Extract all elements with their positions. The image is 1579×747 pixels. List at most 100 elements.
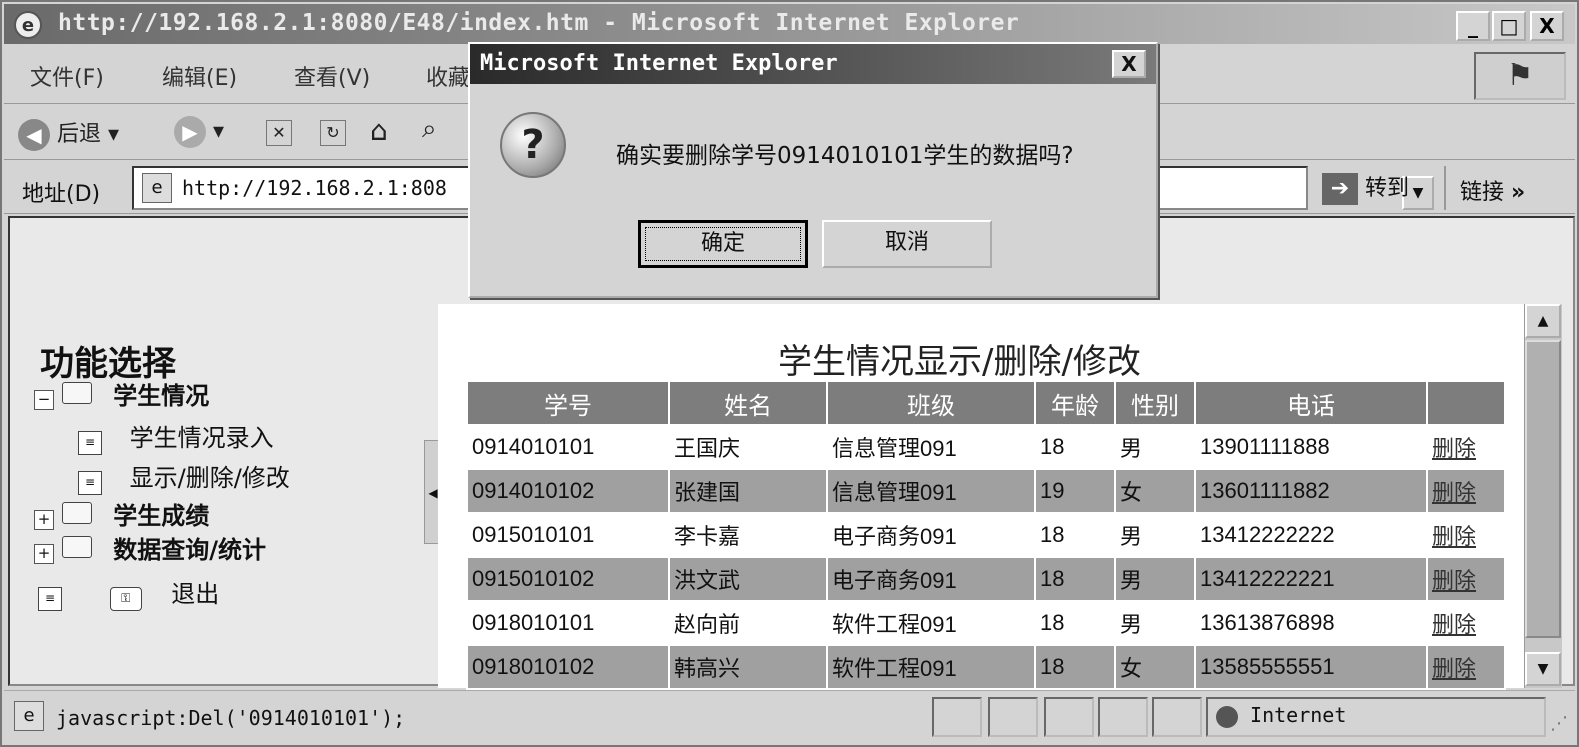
cell-gender: 女 <box>1114 468 1196 514</box>
delete-link[interactable]: 删除 <box>1432 524 1476 549</box>
key-icon: ⚿ <box>109 587 142 611</box>
forward-button[interactable]: ▶ ▾ <box>174 116 224 148</box>
status-panel <box>932 697 982 737</box>
menu-edit[interactable]: 编辑(E) <box>162 60 237 92</box>
links-label: 链接 <box>1460 180 1505 205</box>
dialog-title: Microsoft Internet Explorer <box>480 51 838 76</box>
delete-link[interactable]: 删除 <box>1432 568 1476 593</box>
column-header <box>1426 380 1506 426</box>
cell-age: 19 <box>1034 468 1116 514</box>
stop-icon[interactable]: ✕ <box>266 120 292 146</box>
cell-phone: 13412222221 <box>1194 556 1428 602</box>
cell-action: 删除 <box>1426 644 1506 690</box>
go-arrow-icon: ➔ <box>1322 173 1358 205</box>
cell-phone: 13601111882 <box>1194 468 1428 514</box>
cell-class: 软件工程091 <box>826 644 1036 690</box>
delete-link[interactable]: 删除 <box>1432 612 1476 637</box>
delete-link[interactable]: 删除 <box>1432 436 1476 461</box>
sidebar-item-label: 退出 <box>171 580 220 608</box>
go-button[interactable]: ➔ 转到 <box>1322 170 1409 205</box>
address-label: 地址(D) <box>22 182 101 207</box>
question-icon: ? <box>500 112 566 178</box>
cancel-button[interactable]: 取消 <box>822 220 992 268</box>
page-title: 学生情况显示/删除/修改 <box>778 342 1141 382</box>
cell-class: 软件工程091 <box>826 600 1036 646</box>
ie-logo-icon: e <box>14 11 42 39</box>
status-panel <box>1152 697 1202 737</box>
cell-action: 删除 <box>1426 468 1506 514</box>
expand-icon[interactable]: + <box>34 544 54 564</box>
cell-action: 删除 <box>1426 424 1506 470</box>
zone-label: Internet <box>1250 703 1347 727</box>
cell-class: 信息管理091 <box>826 424 1036 470</box>
sidebar-item-label: 显示/删除/修改 <box>129 464 290 492</box>
cell-action: 删除 <box>1426 600 1506 646</box>
cell-name: 韩高兴 <box>668 644 828 690</box>
minimize-button[interactable]: _ <box>1456 11 1490 41</box>
maximize-button[interactable]: □ <box>1492 11 1526 41</box>
search-icon[interactable]: ⌕ <box>422 114 437 145</box>
cell-name: 赵向前 <box>668 600 828 646</box>
student-table: 学号 姓名 班级 年龄 性别 电话 0914010101 王国庆 信息管理091 18… <box>466 380 1506 690</box>
cell-id: 0914010102 <box>466 468 670 514</box>
column-header: 性别 <box>1114 380 1196 426</box>
table-row: 0918010102 韩高兴 软件工程091 18 女 13585555551 删除 <box>466 644 1506 690</box>
scroll-down-icon[interactable]: ▼ <box>1525 652 1561 686</box>
forward-dropdown-icon: ▾ <box>213 119 225 144</box>
cell-name: 王国庆 <box>668 424 828 470</box>
home-icon[interactable]: ⌂ <box>370 114 388 147</box>
close-button[interactable]: X <box>1530 11 1564 41</box>
cell-id: 0918010102 <box>466 644 670 690</box>
sidebar-item-exit[interactable]: ≡ ⚿ 退出 <box>38 574 219 611</box>
dialog-title-bar: Microsoft Internet Explorer X <box>470 44 1156 84</box>
status-panel <box>1098 697 1148 737</box>
globe-icon <box>1216 705 1238 728</box>
menu-file[interactable]: 文件(F) <box>30 60 104 92</box>
menu-view[interactable]: 查看(V) <box>294 60 370 92</box>
main-frame: 学生情况显示/删除/修改 学号 姓名 班级 年龄 性别 电话 091401010… <box>438 304 1524 690</box>
resize-grip-icon[interactable]: ⋰ <box>1550 713 1568 734</box>
sidebar-item-student-info[interactable]: − 学生情况 <box>34 376 209 411</box>
cell-id: 0914010101 <box>466 424 670 470</box>
cell-name: 李卡嘉 <box>668 512 828 558</box>
cell-class: 电子商务091 <box>826 512 1036 558</box>
menu-favorites[interactable]: 收藏 <box>426 60 470 92</box>
dialog-close-button[interactable]: X <box>1112 50 1146 78</box>
refresh-icon[interactable]: ↻ <box>320 120 346 146</box>
column-header: 班级 <box>826 380 1036 426</box>
status-bar: e javascript:Del('0914010101'); Internet… <box>4 690 1575 744</box>
expand-icon[interactable]: + <box>34 510 54 530</box>
cell-action: 删除 <box>1426 556 1506 602</box>
collapse-icon[interactable]: − <box>34 390 54 410</box>
cell-name: 洪文武 <box>668 556 828 602</box>
back-button[interactable]: ◀ 后退 ▾ <box>18 116 119 151</box>
document-icon: ≡ <box>78 431 102 455</box>
document-icon: ≡ <box>38 587 62 611</box>
sidebar-item-label: 数据查询/统计 <box>113 536 267 564</box>
sidebar-item-label: 学生成绩 <box>113 502 210 530</box>
folder-icon <box>61 536 92 558</box>
cell-phone: 13585555551 <box>1194 644 1428 690</box>
cell-age: 18 <box>1034 424 1116 470</box>
scrollbar-thumb[interactable] <box>1525 340 1561 638</box>
status-panel <box>988 697 1038 737</box>
go-label: 转到 <box>1365 176 1410 201</box>
vertical-scrollbar[interactable]: ▲ ▼ <box>1524 304 1562 688</box>
sidebar-item-student-grades[interactable]: + 学生成绩 <box>34 496 209 531</box>
sidebar-item-display-delete-edit[interactable]: ≡ 显示/删除/修改 <box>78 458 290 495</box>
sidebar-item-data-query[interactable]: + 数据查询/统计 <box>34 530 266 565</box>
ok-button[interactable]: 确定 <box>638 220 808 268</box>
sidebar-item-label: 学生情况 <box>113 382 210 410</box>
cell-age: 18 <box>1034 556 1116 602</box>
cell-class: 电子商务091 <box>826 556 1036 602</box>
cell-phone: 13412222222 <box>1194 512 1428 558</box>
sidebar-item-student-entry[interactable]: ≡ 学生情况录入 <box>78 418 274 455</box>
links-button[interactable]: 链接 » <box>1460 174 1525 206</box>
cell-class: 信息管理091 <box>826 468 1036 514</box>
column-header: 学号 <box>466 380 670 426</box>
delete-link[interactable]: 删除 <box>1432 480 1476 505</box>
cell-phone: 13613876898 <box>1194 600 1428 646</box>
windows-flag-icon: ⚑ <box>1474 52 1566 100</box>
scroll-up-icon[interactable]: ▲ <box>1525 304 1561 338</box>
delete-link[interactable]: 删除 <box>1432 656 1476 681</box>
